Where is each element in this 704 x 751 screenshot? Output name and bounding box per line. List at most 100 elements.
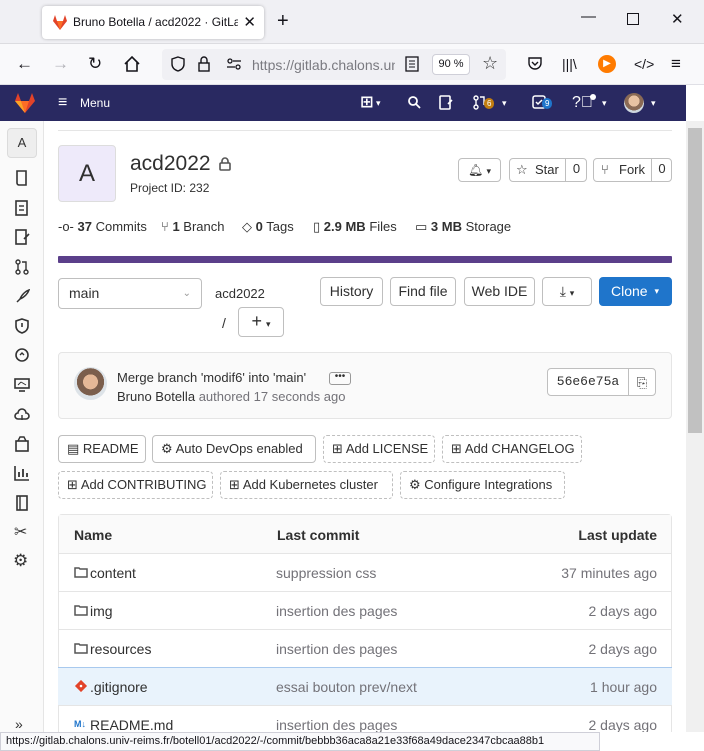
- snippets-scissors-icon[interactable]: ✂: [14, 522, 27, 542]
- url-bar[interactable]: https://gitlab.chalons.univ-reims.fr/bot…: [162, 49, 506, 80]
- chevron-down-icon[interactable]: ▾: [651, 85, 656, 121]
- file-commit[interactable]: essai bouton prev/next: [276, 679, 417, 695]
- file-name[interactable]: content: [90, 565, 136, 581]
- browser-tab[interactable]: Bruno Botella / acd2022 · GitLab ✕: [42, 6, 264, 39]
- shield-icon[interactable]: [171, 56, 185, 72]
- configure-integrations-button[interactable]: ⚙ Configure Integrations: [400, 471, 565, 499]
- commit-title[interactable]: Merge branch 'modif6' into 'main': [117, 370, 306, 385]
- branch-link[interactable]: ⑂ 1 Branch: [161, 219, 241, 234]
- new-tab-icon[interactable]: +: [277, 10, 289, 33]
- permissions-icon[interactable]: [226, 58, 242, 70]
- auto-devops-button[interactable]: ⚙ Auto DevOps enabled: [152, 435, 316, 463]
- star-button[interactable]: ☆ Star 0: [509, 158, 587, 182]
- commits-link[interactable]: -o- 37 Commits: [58, 219, 178, 234]
- table-row[interactable]: content suppression css 37 minutes ago: [58, 553, 672, 591]
- collapse-sidebar-icon[interactable]: »: [15, 716, 23, 732]
- web-ide-button[interactable]: Web IDE: [464, 277, 535, 306]
- analytics-icon[interactable]: [14, 465, 30, 481]
- menu-hamburger-icon[interactable]: ≡: [58, 85, 67, 121]
- readme-button[interactable]: ▤ README: [58, 435, 146, 463]
- breadcrumb-path[interactable]: acd2022: [215, 286, 265, 301]
- add-kubernetes-button[interactable]: ⊞ Add Kubernetes cluster: [220, 471, 393, 499]
- commit-author[interactable]: Bruno Botella: [117, 389, 195, 404]
- gitlab-logo-icon[interactable]: [14, 93, 36, 113]
- tags-link[interactable]: ◇ 0 Tags: [242, 219, 312, 235]
- repository-icon[interactable]: [14, 170, 30, 186]
- rocket-icon[interactable]: [14, 289, 30, 305]
- file-commit[interactable]: insertion des pages: [276, 717, 397, 732]
- hamburger-menu-icon[interactable]: ≡: [671, 54, 681, 74]
- menu-label[interactable]: Menu: [80, 85, 110, 121]
- branch-select[interactable]: main ⌄: [58, 278, 202, 309]
- forward-icon[interactable]: →: [52, 54, 69, 74]
- find-file-button[interactable]: Find file: [390, 277, 456, 306]
- window-close-icon[interactable]: ✕: [671, 10, 684, 28]
- copy-sha-button[interactable]: ⎘: [628, 368, 656, 396]
- pocket-icon[interactable]: [527, 56, 543, 72]
- fork-button[interactable]: ⑂ Fork 0: [593, 158, 672, 182]
- file-commit[interactable]: insertion des pages: [276, 603, 397, 619]
- extension-play-icon[interactable]: ▶: [598, 55, 616, 73]
- page-scrollbar[interactable]: [686, 121, 704, 732]
- infrastructure-cloud-icon[interactable]: [14, 407, 30, 423]
- zoom-level[interactable]: 90 %: [432, 54, 470, 75]
- home-icon[interactable]: [123, 55, 141, 73]
- star-count[interactable]: 0: [565, 158, 587, 182]
- url-text[interactable]: https://gitlab.chalons.univ-reims.fr/bot…: [252, 57, 395, 73]
- table-row[interactable]: M↓ README.md insertion des pages 2 days …: [58, 705, 672, 732]
- add-contributing-button[interactable]: ⊞ Add CONTRIBUTING: [58, 471, 213, 499]
- table-row-highlighted[interactable]: .gitignore essai bouton prev/next 1 hour…: [58, 667, 672, 705]
- back-icon[interactable]: ←: [16, 54, 33, 74]
- file-name[interactable]: README.md: [90, 717, 173, 732]
- maximize-icon[interactable]: [627, 13, 639, 25]
- lock-icon[interactable]: [197, 56, 213, 73]
- history-button[interactable]: History: [320, 277, 383, 306]
- add-license-button[interactable]: ⊞ Add LICENSE: [323, 435, 435, 463]
- chevron-down-icon[interactable]: ▾: [602, 85, 607, 121]
- file-name[interactable]: img: [90, 603, 113, 619]
- file-commit[interactable]: suppression css: [276, 565, 376, 581]
- clone-dropdown[interactable]: Clone ▾: [599, 277, 672, 306]
- storage-link[interactable]: ▭ 3 MB Storage: [415, 219, 525, 235]
- packages-icon[interactable]: [14, 436, 30, 452]
- issues-icon[interactable]: [439, 95, 453, 110]
- scrollbar-thumb[interactable]: [688, 128, 702, 433]
- deployments-icon[interactable]: [14, 347, 30, 363]
- fork-count[interactable]: 0: [651, 158, 672, 182]
- tab-close-icon[interactable]: ✕: [243, 13, 256, 31]
- table-row[interactable]: img insertion des pages 2 days ago: [58, 591, 672, 629]
- new-item-icon[interactable]: ⊞: [360, 85, 373, 121]
- file-name[interactable]: .gitignore: [90, 679, 148, 695]
- reload-icon[interactable]: ↻: [88, 54, 102, 74]
- minimize-icon[interactable]: —: [581, 8, 596, 25]
- settings-gear-icon[interactable]: ⚙: [13, 551, 28, 571]
- issues-board-icon[interactable]: [14, 229, 30, 245]
- library-icon[interactable]: |||\: [562, 54, 577, 74]
- add-to-tree-dropdown[interactable]: + ▾: [238, 307, 284, 337]
- help-icon[interactable]: ?⃝: [572, 85, 593, 121]
- search-icon[interactable]: [408, 96, 421, 109]
- wiki-book-icon[interactable]: [14, 495, 30, 511]
- project-title[interactable]: acd2022: [130, 152, 211, 176]
- user-avatar[interactable]: [624, 93, 644, 113]
- devtools-icon[interactable]: </>: [634, 54, 654, 74]
- chevron-down-icon[interactable]: ▾: [502, 85, 507, 121]
- sidebar-project-avatar[interactable]: A: [7, 128, 37, 158]
- monitor-icon[interactable]: [14, 377, 30, 393]
- commit-author-avatar[interactable]: [74, 367, 107, 400]
- commit-sha[interactable]: 56e6e75a: [547, 368, 629, 396]
- bookmark-star-icon[interactable]: ☆: [482, 53, 498, 74]
- security-shield-icon[interactable]: [14, 318, 30, 334]
- download-dropdown[interactable]: ⤓ ▾: [542, 277, 592, 306]
- merge-request-icon[interactable]: [14, 259, 30, 275]
- toggle-description-icon[interactable]: •••: [329, 372, 351, 385]
- files-link[interactable]: ▯ 2.9 MB Files: [313, 219, 413, 235]
- reader-view-icon[interactable]: [405, 56, 419, 72]
- issues-icon[interactable]: [14, 200, 30, 216]
- add-changelog-button[interactable]: ⊞ Add CHANGELOG: [442, 435, 582, 463]
- chevron-down-icon[interactable]: ▾: [376, 85, 381, 121]
- file-name[interactable]: resources: [90, 641, 151, 657]
- file-commit[interactable]: insertion des pages: [276, 641, 397, 657]
- table-row[interactable]: resources insertion des pages 2 days ago: [58, 629, 672, 667]
- notification-dropdown[interactable]: 🔔︎ ▾: [458, 158, 501, 182]
